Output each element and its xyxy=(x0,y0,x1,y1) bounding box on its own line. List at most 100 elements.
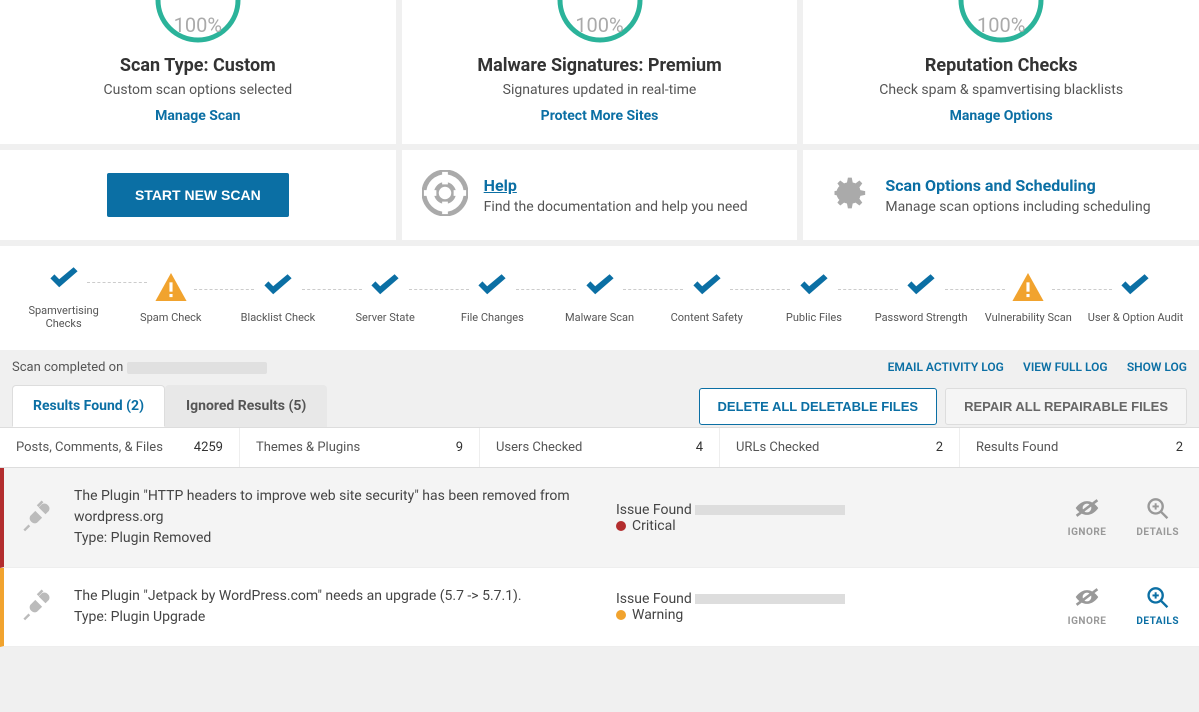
stat-value: 2 xyxy=(1176,440,1183,455)
tab-results-found[interactable]: Results Found (2) xyxy=(12,385,165,427)
stat-cell: Posts, Comments, & Files 4259 xyxy=(0,428,240,467)
checkmark-icon xyxy=(439,273,546,301)
stat-cell: Users Checked4 xyxy=(480,428,720,467)
help-desc: Find the documentation and help you need xyxy=(484,199,748,215)
manage-scan-link[interactable]: Manage Scan xyxy=(20,108,376,124)
checkmark-icon xyxy=(10,266,117,294)
check-label: Spamvertising Checks xyxy=(10,304,117,330)
check-item: Content Safety xyxy=(653,273,760,324)
issue-row: The Plugin "HTTP headers to improve web … xyxy=(0,468,1199,568)
details-button[interactable]: DETAILS xyxy=(1136,586,1179,628)
check-item: File Changes xyxy=(439,273,546,324)
issue-meta: Issue Found Critical xyxy=(616,502,1068,534)
scan-type-title: Scan Type: Custom xyxy=(20,55,376,76)
scan-options-cell[interactable]: Scan Options and Scheduling Manage scan … xyxy=(803,150,1199,240)
stat-cell: Results Found 2 xyxy=(960,428,1199,467)
check-item: Password Strength xyxy=(868,273,975,324)
stat-label: Posts, Comments, & Files xyxy=(16,440,163,455)
protect-sites-link[interactable]: Protect More Sites xyxy=(422,108,778,124)
check-label: Malware Scan xyxy=(546,311,653,324)
show-log-link[interactable]: SHOW LOG xyxy=(1127,360,1187,374)
gear-icon xyxy=(823,170,869,220)
severity-dot-icon xyxy=(616,610,626,620)
check-item: Spam Check xyxy=(117,273,224,324)
scan-options-desc: Manage scan options including scheduling xyxy=(885,199,1150,215)
stat-value: 4259 xyxy=(194,440,223,455)
checkmark-icon xyxy=(760,273,867,301)
checkmark-icon xyxy=(224,273,331,301)
malware-sig-desc: Signatures updated in real-time xyxy=(422,82,778,98)
stat-value: 9 xyxy=(456,440,463,455)
stat-label: Results Found xyxy=(976,440,1058,455)
details-button[interactable]: DETAILS xyxy=(1136,497,1179,539)
issue-row: The Plugin "Jetpack by WordPress.com" ne… xyxy=(0,568,1199,647)
help-title: Help xyxy=(484,176,748,195)
stat-label: Themes & Plugins xyxy=(256,440,360,455)
checkmark-icon xyxy=(332,273,439,301)
redacted-timestamp xyxy=(127,362,267,374)
scan-options-title: Scan Options and Scheduling xyxy=(885,176,1150,195)
view-full-log-link[interactable]: VIEW FULL LOG xyxy=(1023,360,1108,374)
stat-value: 2 xyxy=(936,440,943,455)
issue-meta: Issue Found Warning xyxy=(616,591,1068,623)
check-label: File Changes xyxy=(439,311,546,324)
repair-all-button[interactable]: REPAIR ALL REPAIRABLE FILES xyxy=(945,388,1187,425)
malware-sig-card: 100% Malware Signatures: Premium Signatu… xyxy=(402,0,798,144)
checkmark-icon xyxy=(546,273,653,301)
plug-icon xyxy=(20,499,54,537)
tabs-row: Results Found (2) Ignored Results (5) DE… xyxy=(0,385,1199,427)
checkmark-icon xyxy=(868,273,975,301)
start-new-scan-button[interactable]: START NEW SCAN xyxy=(107,173,289,217)
progress-ring-icon: 100% xyxy=(555,0,645,45)
progress-ring-icon: 100% xyxy=(956,0,1046,45)
check-label: Vulnerability Scan xyxy=(975,311,1082,324)
check-label: Spam Check xyxy=(117,311,224,324)
warning-icon xyxy=(117,273,224,301)
issue-description: The Plugin "Jetpack by WordPress.com" ne… xyxy=(74,586,616,628)
check-label: Password Strength xyxy=(868,311,975,324)
start-scan-cell: START NEW SCAN xyxy=(0,150,396,240)
help-cell[interactable]: Help Find the documentation and help you… xyxy=(402,150,798,240)
reputation-desc: Check spam & spamvertising blacklists xyxy=(823,82,1179,98)
check-item: Vulnerability Scan xyxy=(975,273,1082,324)
check-label: Content Safety xyxy=(653,311,760,324)
check-item: Public Files xyxy=(760,273,867,324)
scan-type-card: 100% Scan Type: Custom Custom scan optio… xyxy=(0,0,396,144)
reputation-title: Reputation Checks xyxy=(823,55,1179,76)
ignore-button[interactable]: IGNORE xyxy=(1068,586,1107,628)
checkmark-icon xyxy=(1082,273,1189,301)
stats-row: Posts, Comments, & Files 4259 Themes & Plu… xyxy=(0,427,1199,468)
progress-pct: 100% xyxy=(956,13,1046,37)
warning-icon xyxy=(975,273,1082,301)
stat-value: 4 xyxy=(696,440,703,455)
scan-checks-row: Spamvertising ChecksSpam CheckBlacklist … xyxy=(0,246,1199,350)
plug-icon xyxy=(20,588,54,626)
severity-dot-icon xyxy=(616,521,626,531)
stat-label: URLs Checked xyxy=(736,440,819,455)
scan-completed-text: Scan completed on xyxy=(12,360,267,375)
progress-pct: 100% xyxy=(153,13,243,37)
delete-all-button[interactable]: DELETE ALL DELETABLE FILES xyxy=(699,388,938,425)
issue-description: The Plugin "HTTP headers to improve web … xyxy=(74,486,616,549)
progress-ring-icon: 100% xyxy=(153,0,243,45)
checkmark-icon xyxy=(653,273,760,301)
status-bar: Scan completed on EMAIL ACTIVITY LOG VIE… xyxy=(0,350,1199,385)
redacted-text xyxy=(695,505,845,515)
reputation-card: 100% Reputation Checks Check spam & spam… xyxy=(803,0,1199,144)
check-label: Blacklist Check xyxy=(224,311,331,324)
check-label: Server State xyxy=(332,311,439,324)
ignore-button[interactable]: IGNORE xyxy=(1068,497,1107,539)
manage-options-link[interactable]: Manage Options xyxy=(823,108,1179,124)
check-item: Malware Scan xyxy=(546,273,653,324)
stat-cell: URLs Checked 2 xyxy=(720,428,960,467)
tab-ignored-results[interactable]: Ignored Results (5) xyxy=(165,385,327,427)
check-item: Spamvertising Checks xyxy=(10,266,117,330)
issues-list: The Plugin "HTTP headers to improve web … xyxy=(0,468,1199,647)
status-cards-row: 100% Scan Type: Custom Custom scan optio… xyxy=(0,0,1199,144)
lifebuoy-icon xyxy=(422,170,468,220)
email-activity-log-link[interactable]: EMAIL ACTIVITY LOG xyxy=(888,360,1004,374)
check-item: User & Option Audit xyxy=(1082,273,1189,324)
stat-cell: Themes & Plugins 9 xyxy=(240,428,480,467)
malware-sig-title: Malware Signatures: Premium xyxy=(422,55,778,76)
check-label: User & Option Audit xyxy=(1082,311,1189,324)
